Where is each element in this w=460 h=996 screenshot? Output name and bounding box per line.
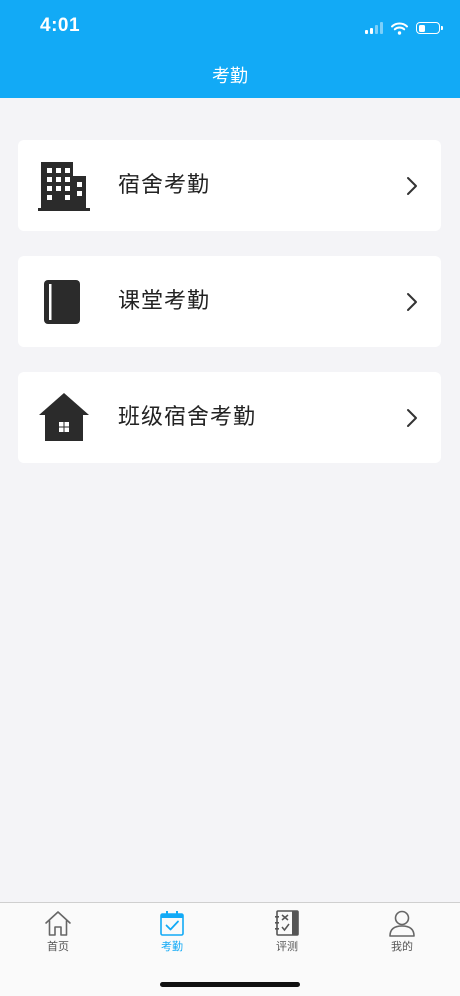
status-icons (365, 18, 443, 38)
wifi-icon (391, 22, 408, 35)
house-icon (39, 393, 89, 441)
menu-item-label: 班级宿舍考勤 (118, 405, 257, 430)
tab-label: 首页 (47, 940, 69, 953)
chevron-right-icon (407, 177, 417, 195)
tab-mine[interactable]: 我的 (362, 909, 442, 954)
app-header: 4:01 考勤 (0, 0, 460, 98)
cellular-signal-icon (365, 22, 383, 34)
building-icon (38, 162, 90, 211)
chevron-right-icon (407, 409, 417, 427)
home-indicator (160, 982, 300, 987)
home-icon (45, 911, 71, 936)
tab-home[interactable]: 首页 (18, 909, 98, 954)
status-time: 4:01 (40, 15, 81, 36)
chevron-right-icon (407, 293, 417, 311)
tab-label: 评测 (276, 940, 298, 953)
tab-attendance[interactable]: 考勤 (132, 909, 212, 954)
page-title: 考勤 (212, 66, 248, 87)
notebook-icon (275, 910, 299, 936)
tab-evaluation[interactable]: 评测 (247, 909, 327, 954)
battery-icon (416, 22, 443, 34)
tab-label: 我的 (391, 940, 413, 953)
menu-item-dorm-attendance[interactable]: 宿舍考勤 (18, 140, 441, 231)
book-icon (44, 280, 80, 324)
menu-item-class-attendance[interactable]: 课堂考勤 (18, 256, 441, 347)
menu-item-label: 宿舍考勤 (118, 173, 211, 198)
calendar-check-icon (160, 911, 184, 936)
user-icon (389, 910, 415, 937)
tab-label: 考勤 (161, 940, 183, 953)
menu-item-label: 课堂考勤 (118, 289, 211, 314)
menu-item-class-dorm-attendance[interactable]: 班级宿舍考勤 (18, 372, 441, 463)
battery-level (418, 24, 425, 32)
